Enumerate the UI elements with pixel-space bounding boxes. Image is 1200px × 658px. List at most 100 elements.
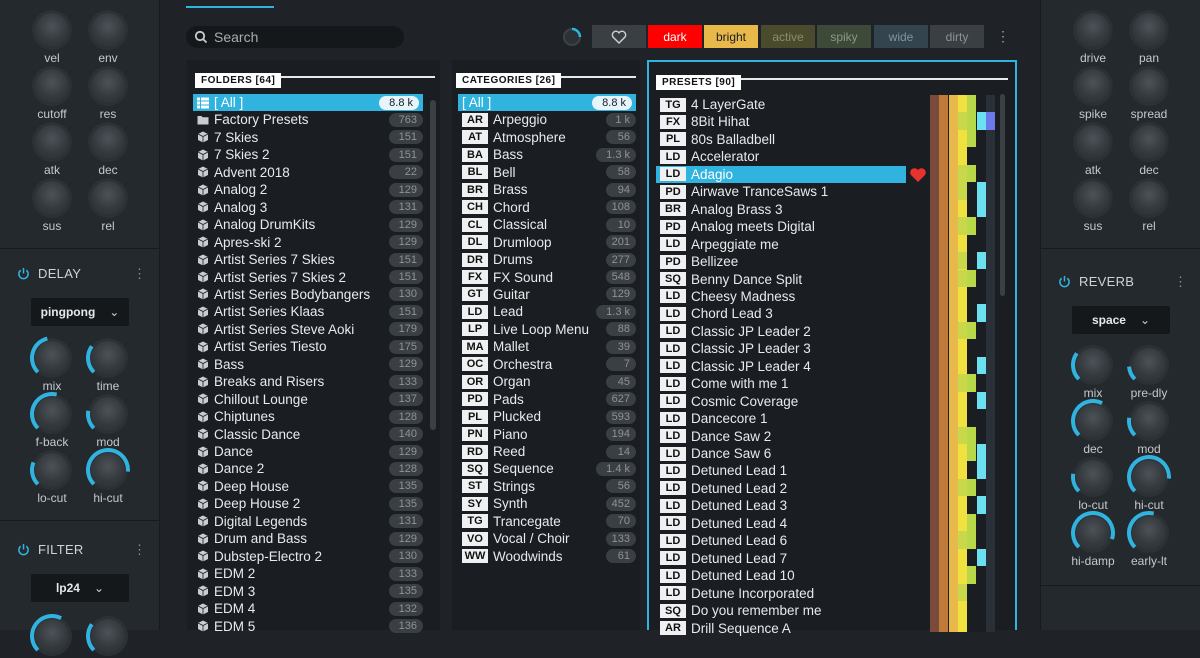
preset-item[interactable]: LD Detuned Lead 10	[656, 567, 906, 584]
preset-item[interactable]: LD Adagio	[656, 165, 906, 183]
delay-mode-dropdown[interactable]: pingpong ⌄	[31, 298, 129, 326]
reverb-early-lt-knob[interactable]	[1127, 511, 1166, 550]
folder-item[interactable]: Dance 129	[193, 443, 423, 460]
category-item[interactable]: LD Lead 1.3 k	[458, 303, 636, 320]
preset-item[interactable]: SQ Do you remember me	[656, 602, 906, 619]
left-res-knob[interactable]	[91, 69, 125, 103]
folder-item[interactable]: Artist Series 7 Skies 151	[193, 251, 423, 268]
category-item[interactable]: GT Guitar 129	[458, 286, 636, 303]
preset-item[interactable]: LD Cosmic Coverage	[656, 393, 906, 410]
preset-item[interactable]: LD Come with me 1	[656, 375, 906, 392]
preset-item[interactable]: LD Detuned Lead 4	[656, 515, 906, 532]
preset-item[interactable]: LD Detune Incorporated	[656, 585, 906, 602]
preset-item[interactable]: LD Dance Saw 2	[656, 428, 906, 445]
power-icon[interactable]	[17, 543, 30, 556]
folder-item[interactable]: [ All ] 8.8 k	[193, 94, 423, 111]
filter-res-knob[interactable]	[86, 619, 125, 653]
folder-item[interactable]: 7 Skies 2 151	[193, 146, 423, 163]
left-vel-knob[interactable]	[35, 13, 69, 47]
category-item[interactable]: [ All ] 8.8 k	[458, 94, 636, 111]
folder-item[interactable]: Artist Series 7 Skies 2 151	[193, 269, 423, 286]
category-item[interactable]: OC Orchestra 7	[458, 356, 636, 373]
preset-item[interactable]: LD Chord Lead 3	[656, 305, 906, 322]
folders-scrollbar[interactable]	[430, 100, 436, 430]
preset-item[interactable]: LD Cheesy Madness	[656, 288, 906, 305]
preset-item[interactable]: LD Detuned Lead 1	[656, 462, 906, 479]
folder-item[interactable]: Digital Legends 131	[193, 513, 423, 530]
tag-bright[interactable]: bright	[704, 25, 758, 48]
delay-time-knob[interactable]	[86, 341, 125, 375]
tag-wide[interactable]: wide	[874, 25, 928, 48]
left-atk-knob[interactable]	[35, 125, 69, 159]
category-item[interactable]: VO Vocal / Choir 133	[458, 530, 636, 547]
preset-item[interactable]: AR Drill Sequence A	[656, 620, 906, 637]
category-item[interactable]: BR Brass 94	[458, 181, 636, 198]
preset-item[interactable]: TG 4 LayerGate	[656, 96, 906, 113]
delay-mod-knob[interactable]	[86, 397, 125, 431]
reverb-dec-knob[interactable]	[1071, 399, 1110, 438]
preset-item[interactable]: FX 8Bit Hihat	[656, 113, 906, 130]
tag-favorites[interactable]	[592, 25, 646, 48]
left-dec-knob[interactable]	[91, 125, 125, 159]
preset-item[interactable]: SQ Benny Dance Split	[656, 271, 906, 288]
preset-item[interactable]: PD Bellizee	[656, 253, 906, 270]
folder-item[interactable]: Chiptunes 128	[193, 408, 423, 425]
category-item[interactable]: BA Bass 1.3 k	[458, 146, 636, 163]
reverb-hi-damp-knob[interactable]	[1071, 511, 1115, 550]
delay-hi-cut-knob[interactable]	[86, 448, 130, 487]
right-rel-knob[interactable]	[1132, 181, 1166, 215]
left-rel-knob[interactable]	[91, 181, 125, 215]
folder-item[interactable]: Dubstep-Electro 2 130	[193, 548, 423, 565]
category-item[interactable]: TG Trancegate 70	[458, 513, 636, 530]
right-atk-knob[interactable]	[1076, 125, 1110, 159]
preset-item[interactable]: LD Classic JP Leader 2	[656, 323, 906, 340]
category-item[interactable]: CH Chord 108	[458, 199, 636, 216]
folder-item[interactable]: EDM 4 132	[193, 600, 423, 617]
delay-menu-icon[interactable]: ⋮	[133, 266, 146, 282]
reverb-mod-knob[interactable]	[1127, 404, 1166, 438]
more-options-icon[interactable]: ⋮	[996, 28, 1010, 45]
preset-item[interactable]: LD Classic JP Leader 4	[656, 358, 906, 375]
tag-dark[interactable]: dark	[648, 25, 702, 48]
tag-spiky[interactable]: spiky	[817, 25, 871, 48]
category-item[interactable]: PN Piano 194	[458, 426, 636, 443]
category-item[interactable]: CL Classical 10	[458, 216, 636, 233]
category-item[interactable]: LP Live Loop Menu 88	[458, 321, 636, 338]
preset-item[interactable]: LD Accelerator	[656, 148, 906, 165]
tag-dirty[interactable]: dirty	[930, 25, 984, 48]
category-item[interactable]: ST Strings 56	[458, 478, 636, 495]
category-item[interactable]: MA Mallet 39	[458, 338, 636, 355]
right-spike-knob[interactable]	[1076, 69, 1110, 103]
reverb-mix-knob[interactable]	[1071, 348, 1110, 382]
preset-item[interactable]: LD Detuned Lead 3	[656, 497, 906, 514]
preset-item[interactable]: LD Detuned Lead 2	[656, 480, 906, 497]
folder-item[interactable]: Bass 129	[193, 356, 423, 373]
category-item[interactable]: DL Drumloop 201	[458, 234, 636, 251]
folder-item[interactable]: Drum and Bass 129	[193, 530, 423, 547]
folder-item[interactable]: Analog 2 129	[193, 181, 423, 198]
reverb-pre-dly-knob[interactable]	[1127, 348, 1166, 382]
preset-item[interactable]: PL 80s Balladbell	[656, 131, 906, 148]
delay-lo-cut-knob[interactable]	[30, 453, 69, 487]
left-env-knob[interactable]	[91, 13, 125, 47]
right-drive-knob[interactable]	[1076, 13, 1110, 47]
preset-item[interactable]: LD Dancecore 1	[656, 410, 906, 427]
folder-item[interactable]: Analog DrumKits 129	[193, 216, 423, 233]
category-item[interactable]: DR Drums 277	[458, 251, 636, 268]
left-cutoff-knob[interactable]	[35, 69, 69, 103]
category-item[interactable]: WW Woodwinds 61	[458, 548, 636, 565]
right-dec-knob[interactable]	[1132, 125, 1166, 159]
presets-scrollbar[interactable]	[1000, 94, 1005, 296]
folder-item[interactable]: Deep House 135	[193, 478, 423, 495]
folder-item[interactable]: Advent 2018 22	[193, 164, 423, 181]
tag-active[interactable]: active	[761, 25, 815, 48]
preset-item[interactable]: PD Airwave TranceSaws 1	[656, 183, 906, 200]
power-icon[interactable]	[17, 267, 30, 280]
search-input[interactable]: Search	[186, 26, 404, 48]
right-spread-knob[interactable]	[1132, 69, 1166, 103]
reverb-lo-cut-knob[interactable]	[1071, 460, 1110, 494]
folder-item[interactable]: Factory Presets 763	[193, 111, 423, 128]
reverb-hi-cut-knob[interactable]	[1127, 455, 1171, 494]
category-item[interactable]: OR Organ 45	[458, 373, 636, 390]
filter-menu-icon[interactable]: ⋮	[133, 542, 146, 558]
